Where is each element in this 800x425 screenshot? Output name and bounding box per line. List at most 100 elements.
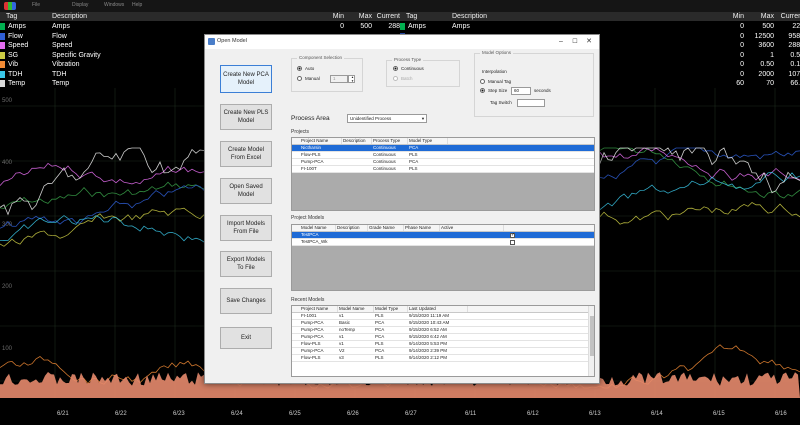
x-tick-label: 6/27 [405,411,417,417]
close-icon[interactable]: ✕ [583,37,595,47]
recent-model-row[interactable]: Flow-PLS v1 PLS 9/14/2020 5:53 PM [292,341,594,348]
header-current: Current [780,13,800,20]
maximize-icon[interactable]: ☐ [569,37,581,47]
column-header[interactable]: Active [440,225,504,231]
import-models-button[interactable]: Import Models From File [220,215,272,241]
continuous-radio[interactable] [393,66,398,71]
recent-cell: PLS [375,341,384,346]
create-model-from-excel-button[interactable]: Create Model From Excel [220,141,272,167]
manual-tag-radio[interactable] [480,79,485,84]
export-models-button[interactable]: Export Models To File [220,251,272,277]
project-cell: Nictharsin [301,145,322,150]
app-icon [208,38,215,45]
project-row[interactable]: Pump-PCA Continuous PCA [292,159,594,166]
grid-header: Project Name Description Process Type Model… [292,138,594,145]
recent-model-row[interactable]: Pump-PCA V2 PCA 9/14/2020 2:39 PM [292,348,594,355]
x-tick-label: 6/15 [713,411,725,417]
step-size-label: Step Size [488,88,508,93]
tag-color-swatch [0,51,5,59]
x-tick-label: 6/11 [465,411,477,417]
recent-model-row[interactable]: Pump-PCA noTemp PCA 9/15/2020 6:52 AM [292,327,594,334]
recent-models-grid: Project Name Model Name Model Type Last Upd… [291,305,595,377]
step-size-radio[interactable] [480,88,485,93]
model-name-cell: TestPCA_Wk [301,239,328,244]
model-row[interactable]: TestPCA [292,232,594,239]
component-count-input[interactable]: 1 [330,75,348,83]
header-current: Current [376,13,400,20]
batch-radio[interactable] [393,76,398,81]
manual-label: Manual [305,76,320,81]
tag-row[interactable]: Amps Amps 0 500 288 [0,22,400,31]
auto-label: Auto [305,66,315,71]
grid-header: Model Name Description Grade Name Phase Nam… [292,225,594,232]
projects-grid: Project Name Description Process Type Model… [291,137,595,211]
column-header[interactable]: Process Type [372,138,408,144]
model-name-cell: TestPCA [301,232,319,237]
menu-bar: File Display Windows Help [0,0,800,12]
save-changes-button[interactable]: Save Changes [220,288,272,314]
chevron-down-icon: ▼ [421,116,425,121]
dialog-titlebar[interactable]: Open Model – ☐ ✕ [205,35,599,49]
menu-help[interactable]: Help [132,2,142,8]
model-row[interactable]: TestPCA_Wk [292,239,594,246]
tag-current: 66.7 [790,80,800,87]
project-row[interactable]: Nictharsin Continuous PCA [292,145,594,152]
tag-row[interactable]: Amps Amps 0 500 223 [400,22,800,31]
step-size-input[interactable]: 60 [511,87,531,95]
column-header[interactable]: Grade Name [368,225,404,231]
column-header[interactable]: Project Name [300,306,338,312]
column-header[interactable]: Model Name [300,225,336,231]
scrollbar-thumb[interactable] [590,316,594,356]
menu-display[interactable]: Display [72,2,88,8]
project-models-label: Project Models [291,215,325,221]
column-header[interactable]: Description [336,225,368,231]
manual-radio[interactable] [297,76,302,81]
component-spinner[interactable]: ▴ ▾ [348,75,355,83]
column-header[interactable]: Phase Name [404,225,440,231]
open-saved-model-button[interactable]: Open Saved Model [220,178,272,204]
header-min: Min [732,13,744,20]
tag-tag: SG [8,51,19,59]
tag-min: 0 [740,32,744,40]
column-header[interactable]: Model Type [408,138,448,144]
active-checkbox[interactable] [510,232,515,238]
create-pls-model-button[interactable]: Create New PLS Model [220,104,272,130]
column-header[interactable]: Last Updated [408,306,468,312]
recent-cell: 9/14/2020 2:12 PM [409,355,448,360]
menu-windows[interactable]: Windows [104,2,124,8]
process-area-select[interactable]: Unidentified Process ▼ [347,114,427,123]
column-header[interactable]: Project Name [300,138,342,144]
minimize-icon[interactable]: – [555,37,567,47]
vertical-scrollbar[interactable] [588,306,594,376]
recent-cell: 9/14/2020 5:53 PM [409,341,448,346]
tag-min: 60 [736,80,744,87]
tag-switch-input[interactable] [517,99,545,107]
tag-max: 0.50 [760,61,774,68]
column-header[interactable]: Description [342,138,372,144]
header-max: Max [358,13,372,20]
recent-model-row[interactable]: FI-1001 v1 PLS 9/15/2020 11:19 AM [292,313,594,320]
recent-cell: 9/15/2020 6:52 AM [409,327,447,332]
recent-model-row[interactable]: Flow-PLS v3 PLS 9/14/2020 2:12 PM [292,355,594,362]
menu-file[interactable]: File [32,2,40,8]
column-header[interactable]: Model Name [338,306,374,312]
project-row[interactable]: Flow-PLS Continuous PLS [292,152,594,159]
projects-label: Projects [291,129,310,135]
recent-model-row[interactable]: Pump-PCA Basic PCA 9/15/2020 10:43 AM [292,320,594,327]
recent-cell: Pump-PCA [301,334,324,339]
tag-max: 500 [762,23,774,30]
exit-button[interactable]: Exit [220,327,272,349]
model-options-group: Model Options Interpolation Manual Tag S… [474,50,594,117]
tag-max: 2000 [758,70,774,78]
header-tag: Tag [406,13,418,20]
active-checkbox[interactable] [510,240,515,245]
recent-cell: PCA [375,327,385,332]
recent-model-row[interactable]: Pump-PCA v1 PCA 9/15/2020 6:42 AM [292,334,594,341]
project-row[interactable]: FI-100T Continuous PLS [292,166,594,173]
tag-current: 0.10 [790,61,800,68]
create-pca-model-button[interactable]: Create New PCA Model [220,65,272,93]
x-tick-label: 6/26 [347,411,359,417]
tag-tag: Amps [408,23,426,30]
auto-radio[interactable] [297,66,302,71]
column-header[interactable]: Model Type [374,306,408,312]
